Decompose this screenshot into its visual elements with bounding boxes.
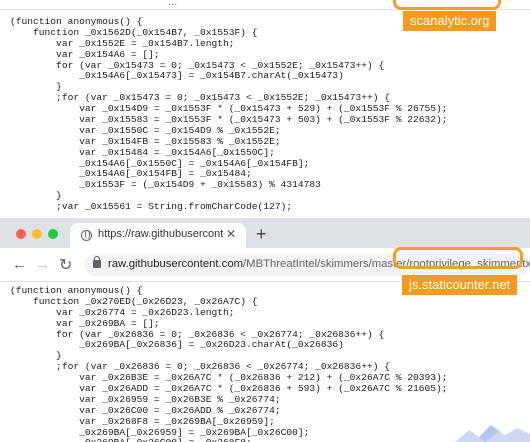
top-code-screenshot: (function anonymous() { function _0x1562… [0,0,530,218]
code-line: _0x269BA[_0x26C00] = _0x268F8; [10,438,448,442]
globe-icon [81,230,92,241]
close-window-button[interactable] [16,229,26,239]
logo-watermark [455,425,530,442]
tab-strip: https://raw.githubusercontent.co ✕ + [0,218,530,248]
code-line: var _0x15484 = _0x154A6[_0x1550C]; [10,146,275,158]
code-line: ;var _0x15561 = String.fromCharCode(127)… [10,201,293,213]
lock-icon[interactable] [93,256,101,268]
code-line: var _0x154A6 = []; [10,48,160,60]
url-host: raw.githubusercontent.com [108,258,244,270]
arrow-right-icon[interactable]: → [35,256,50,273]
reload-icon[interactable]: ↻ [59,255,72,275]
code-line: _0x154A6[_0x15473] = _0x154B7.charAt(_0x… [10,70,344,82]
tab-title: https://raw.githubusercontent.co [98,228,223,240]
arrow-left-icon[interactable]: ← [12,256,27,273]
top-url-text: ... [168,0,178,8]
url-highlight [393,247,523,269]
browser-tab[interactable]: https://raw.githubusercontent.co ✕ [70,223,246,248]
browser-window: https://raw.githubusercontent.co ✕ + ← →… [0,218,530,442]
top-url-highlight [393,0,501,10]
code-line: _0x1553F = (_0x154D9 + _0x15583) % 43147… [10,179,321,191]
code-line: var _0x268F8 = _0x269BA[_0x26959]; [10,415,275,427]
code-line: var _0x269BA = []; [10,317,160,329]
maximize-window-button[interactable] [48,229,58,239]
close-icon[interactable]: ✕ [226,227,236,241]
minimize-window-button[interactable] [32,229,42,239]
top-code-listing: (function anonymous() { function _0x1562… [10,16,448,213]
code-line: _0x269BA[_0x26836] = _0x26D23.charAt(_0x… [10,339,344,351]
scanalytic-label: scanalytic.org [403,11,497,31]
bottom-code-listing: (function anonymous() { function _0x270E… [10,285,448,442]
plus-icon[interactable]: + [256,224,267,245]
